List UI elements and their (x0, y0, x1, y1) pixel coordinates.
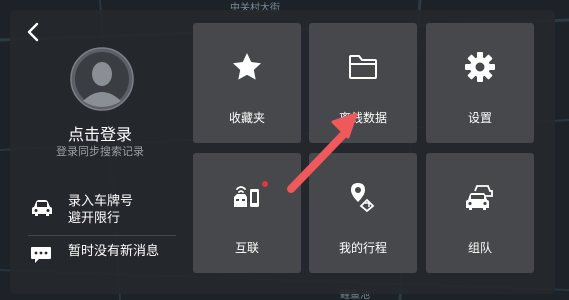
message-icon (31, 247, 51, 263)
tile-label: 我的行程 (338, 241, 387, 255)
tile-label: 设置 (467, 111, 492, 125)
plate-text-line2: 避开限行 (68, 211, 121, 226)
login-subtitle: 登录同步搜索记录 (56, 145, 144, 158)
back-arrow-icon[interactable] (22, 20, 46, 44)
message-entry[interactable]: 暂时没有新消息 (10, 240, 190, 266)
tile-label: 离线数据 (338, 111, 387, 125)
tile-label: 收藏夹 (228, 111, 265, 125)
avatar[interactable] (70, 47, 134, 111)
user-column: 点击登录 登录同步搜索记录 录入车牌号 避开限行 暂时没有新消息 (10, 10, 190, 294)
tile-my-trips[interactable]: 我的行程 (309, 153, 417, 273)
folder-icon (349, 55, 377, 79)
phone-car-connect-icon (234, 186, 259, 207)
license-plate-entry[interactable]: 录入车牌号 避开限行 (10, 191, 190, 231)
notification-dot (262, 181, 268, 187)
tile-team[interactable]: 组队 (426, 153, 534, 273)
login-title[interactable]: 点击登录 (10, 121, 190, 145)
tile-offline-data[interactable]: 离线数据 (309, 23, 417, 143)
message-text: 暂时没有新消息 (68, 244, 160, 259)
route-pin-icon (351, 183, 375, 213)
menu-panel: 点击登录 登录同步搜索记录 录入车牌号 避开限行 暂时没有新消息 收藏夹 离线数… (10, 10, 555, 294)
car-team-icon (466, 185, 493, 210)
tile-settings[interactable]: 设置 (426, 23, 534, 143)
tile-label: 组队 (467, 241, 492, 255)
tile-label: 互联 (234, 241, 259, 255)
gear-icon (465, 52, 495, 82)
star-icon (233, 53, 261, 80)
divider (28, 235, 176, 236)
plate-text-line1: 录入车牌号 (68, 194, 134, 209)
tile-connect[interactable]: 互联 (193, 153, 301, 273)
tile-favorites[interactable]: 收藏夹 (193, 23, 301, 143)
car-icon (32, 200, 52, 216)
